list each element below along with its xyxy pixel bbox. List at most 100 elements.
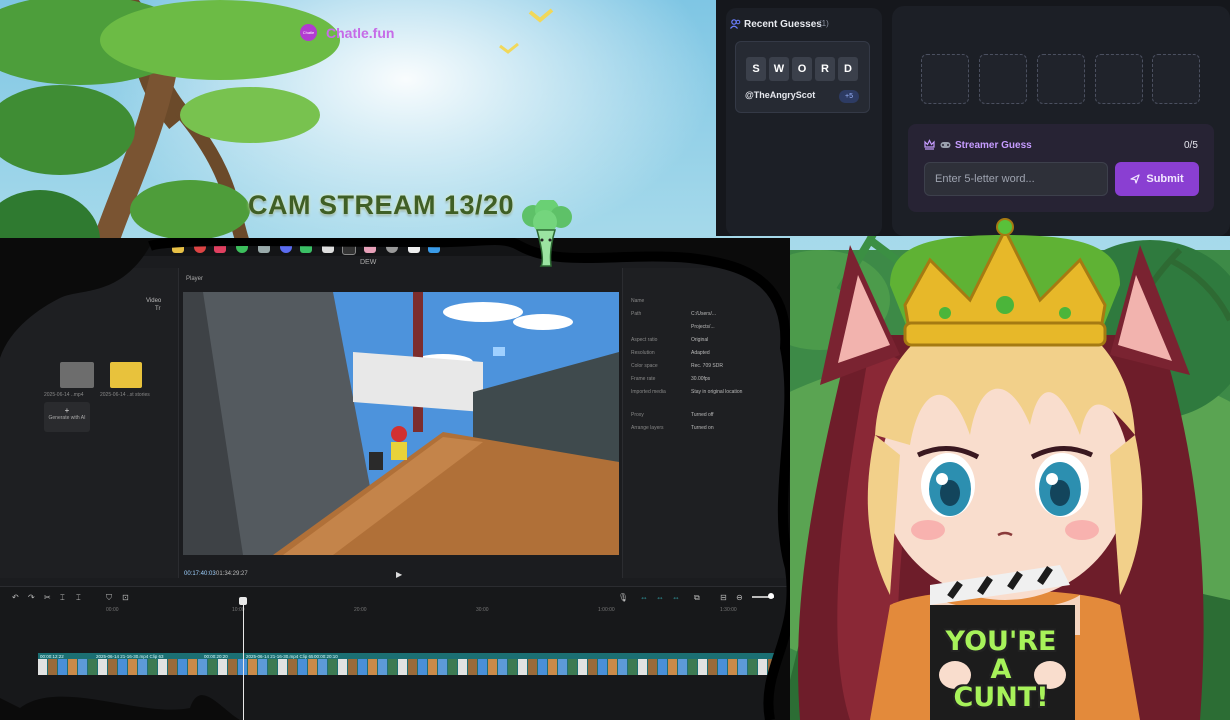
playhead-handle[interactable] xyxy=(239,597,247,605)
clip-thumbnail xyxy=(398,659,407,675)
recent-guesses-count: (1) xyxy=(819,19,829,28)
asset-caption: 2025-06-14 ..st stories xyxy=(100,392,150,398)
capcut-icon[interactable] xyxy=(408,241,420,253)
clip-thumbnail xyxy=(118,659,127,675)
player-video-frame[interactable] xyxy=(183,292,619,555)
clip-thumbnail xyxy=(558,659,567,675)
clip-thumbnail xyxy=(768,659,777,675)
play-button[interactable]: ▶ xyxy=(396,570,402,579)
app-icon[interactable] xyxy=(364,241,376,253)
clip-thumbnail xyxy=(288,659,297,675)
folder-icon[interactable] xyxy=(172,241,184,253)
detail-value: 30.00fps xyxy=(691,376,711,382)
zoom-out-icon[interactable]: ⊖ xyxy=(736,593,743,602)
clip-thumbnail xyxy=(548,659,557,675)
detail-key: Resolution xyxy=(631,350,655,356)
submit-button[interactable]: Submit xyxy=(1115,162,1199,196)
app-icon[interactable] xyxy=(194,241,206,253)
detail-value: Turned on xyxy=(691,425,714,431)
app-icon[interactable] xyxy=(342,241,356,255)
ruler-label: 1:00:00 xyxy=(598,607,615,613)
letter-slot xyxy=(1037,54,1085,104)
letter-slot xyxy=(921,54,969,104)
detail-value: Adapted xyxy=(691,350,710,356)
steam-icon[interactable] xyxy=(428,241,440,253)
detail-value: Projects/... xyxy=(691,324,715,330)
snap-icon[interactable]: ⇔ xyxy=(672,593,680,602)
clip-thumbnail xyxy=(728,659,737,675)
clip-thumbnail xyxy=(758,659,767,675)
clip-thumbnail xyxy=(668,659,677,675)
mic-icon[interactable]: 🎙 xyxy=(618,593,628,602)
clip-thumbnail xyxy=(348,659,357,675)
asset-caption: 2025-06-14 ..mp4 xyxy=(44,392,84,398)
capcut-icon[interactable] xyxy=(322,241,334,253)
clip-thumbnail xyxy=(468,659,477,675)
split-left-icon[interactable]: ⌶ xyxy=(60,593,65,603)
detail-key: Path xyxy=(631,311,642,317)
letter-slot xyxy=(1095,54,1143,104)
zoom-slider-handle[interactable] xyxy=(768,593,774,599)
ruler-label: 30:00 xyxy=(476,607,489,613)
clip-thumbnail xyxy=(168,659,177,675)
shield-icon[interactable]: ⛉ xyxy=(106,593,112,603)
detail-key: Arrange layers xyxy=(631,425,664,431)
letter-tile: O xyxy=(792,57,812,81)
undo-icon[interactable]: ↶ xyxy=(12,593,19,602)
clip-thumbnail xyxy=(648,659,657,675)
preview-icon[interactable]: ⧉ xyxy=(694,593,700,603)
gamepad-icon xyxy=(940,142,951,148)
clip-thumbnail xyxy=(688,659,697,675)
fit-icon[interactable]: ⊟ xyxy=(720,593,727,602)
clip-thumbnail xyxy=(68,659,77,675)
clip-thumbnail xyxy=(208,659,217,675)
app-icon[interactable] xyxy=(386,241,398,253)
clip-thumbnail xyxy=(578,659,587,675)
clip-thumbnails xyxy=(38,659,787,675)
details-panel: Name Path C:/Users/... Projects/... Aspect r… xyxy=(622,268,790,578)
tab-text[interactable]: Tr xyxy=(155,306,160,312)
whatsapp-icon[interactable] xyxy=(236,241,248,253)
clip-thumbnail xyxy=(528,659,537,675)
timeline[interactable]: ↶ ↷ ✂ ⌶ ⌶ ⛉ ⊡ 🎙 ⇔ ⇔ ⇔ ⧉ ⊟ ⊖ 00:00 10:00 … xyxy=(0,586,790,720)
word-input[interactable] xyxy=(924,162,1108,196)
plus-icon: + xyxy=(64,406,70,415)
app-icon[interactable] xyxy=(300,241,312,253)
app-icon[interactable] xyxy=(258,241,270,253)
clip-thumbnail xyxy=(538,659,547,675)
tab-video[interactable]: Video xyxy=(146,298,161,304)
clip-thumbnail xyxy=(738,659,747,675)
detail-key: Frame rate xyxy=(631,376,656,382)
crop-icon[interactable]: ⊡ xyxy=(122,593,129,602)
video-track[interactable]: 00:00:12:22 2025-06-14 21-16-30.mp4 Clip… xyxy=(38,653,790,675)
link-icon[interactable]: ⇔ xyxy=(640,593,648,602)
folder-icon[interactable] xyxy=(110,362,142,388)
detail-value: C:/Users/... xyxy=(691,311,717,317)
video-thumbnail[interactable] xyxy=(60,362,94,388)
brand-name: Chatle.fun xyxy=(326,25,395,41)
detail-key: Imported media xyxy=(631,389,666,395)
generate-ai-button[interactable]: + Generate with AI xyxy=(44,402,90,432)
clip-thumbnail xyxy=(78,659,87,675)
app-icon[interactable] xyxy=(214,241,226,253)
clip-thumbnail xyxy=(298,659,307,675)
clip-thumbnail xyxy=(518,659,527,675)
crown-icon xyxy=(924,139,935,150)
sign-text: YOU'RE A CUNT! xyxy=(945,626,1057,713)
clip-thumbnail xyxy=(128,659,137,675)
split-icon[interactable]: ✂ xyxy=(44,593,51,602)
clip-thumbnail xyxy=(318,659,327,675)
clip-thumbnail xyxy=(408,659,417,675)
clip-thumbnail xyxy=(488,659,497,675)
clip-thumbnail xyxy=(368,659,377,675)
clip-thumbnail xyxy=(148,659,157,675)
clip-thumbnail xyxy=(228,659,237,675)
split-right-icon[interactable]: ⌶ xyxy=(76,593,81,603)
playhead[interactable] xyxy=(243,601,244,720)
discord-icon[interactable] xyxy=(280,241,292,253)
magnet-icon[interactable]: ⇔ xyxy=(656,593,664,602)
clip-thumbnail xyxy=(618,659,627,675)
letter-tile: D xyxy=(838,57,858,81)
redo-icon[interactable]: ↷ xyxy=(28,593,35,602)
clip-thumbnail xyxy=(658,659,667,675)
